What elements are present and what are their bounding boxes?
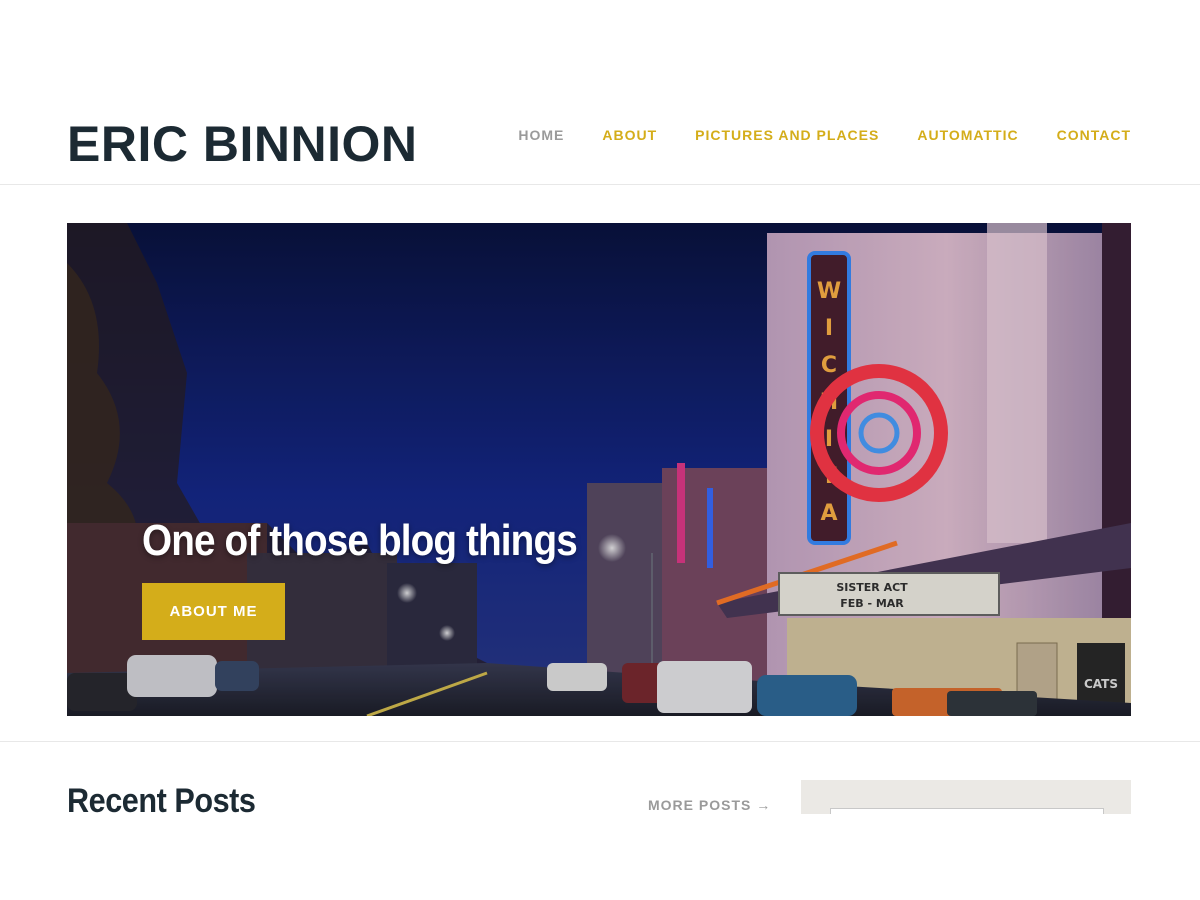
- nav-link-about[interactable]: ABOUT: [602, 127, 657, 143]
- about-me-button[interactable]: ABOUT ME: [142, 583, 285, 640]
- hero-banner: W I C H I T A SISTER ACT FEB - MAR CATS: [67, 223, 1131, 716]
- nav-link-pictures-and-places[interactable]: PICTURES AND PLACES: [695, 127, 879, 143]
- sidebar-search-field[interactable]: [830, 808, 1104, 814]
- more-posts-link[interactable]: MORE POSTS →: [648, 796, 771, 814]
- header-divider: [0, 184, 1200, 185]
- nav-item-home: HOME: [518, 126, 564, 145]
- hero-heading: One of those blog things: [142, 516, 578, 565]
- nav-link-contact[interactable]: CONTACT: [1057, 127, 1131, 143]
- main-navigation: HOME ABOUT PICTURES AND PLACES AUTOMATTI…: [518, 126, 1131, 145]
- nav-item-about: ABOUT: [602, 126, 657, 145]
- content-divider: [0, 741, 1200, 742]
- hero-background-image: W I C H I T A SISTER ACT FEB - MAR CATS: [67, 223, 1131, 716]
- recent-posts-heading: Recent Posts: [67, 782, 256, 820]
- nav-item-pictures-and-places: PICTURES AND PLACES: [695, 126, 879, 145]
- nav-item-automattic: AUTOMATTIC: [917, 126, 1018, 145]
- sidebar-widget: [801, 780, 1131, 814]
- nav-link-home[interactable]: HOME: [518, 127, 564, 143]
- nav-item-contact: CONTACT: [1057, 126, 1131, 145]
- site-title[interactable]: ERIC BINNION: [67, 112, 417, 176]
- nav-link-automattic[interactable]: AUTOMATTIC: [917, 127, 1018, 143]
- page: ERIC BINNION HOME ABOUT PICTURES AND PLA…: [0, 0, 1200, 900]
